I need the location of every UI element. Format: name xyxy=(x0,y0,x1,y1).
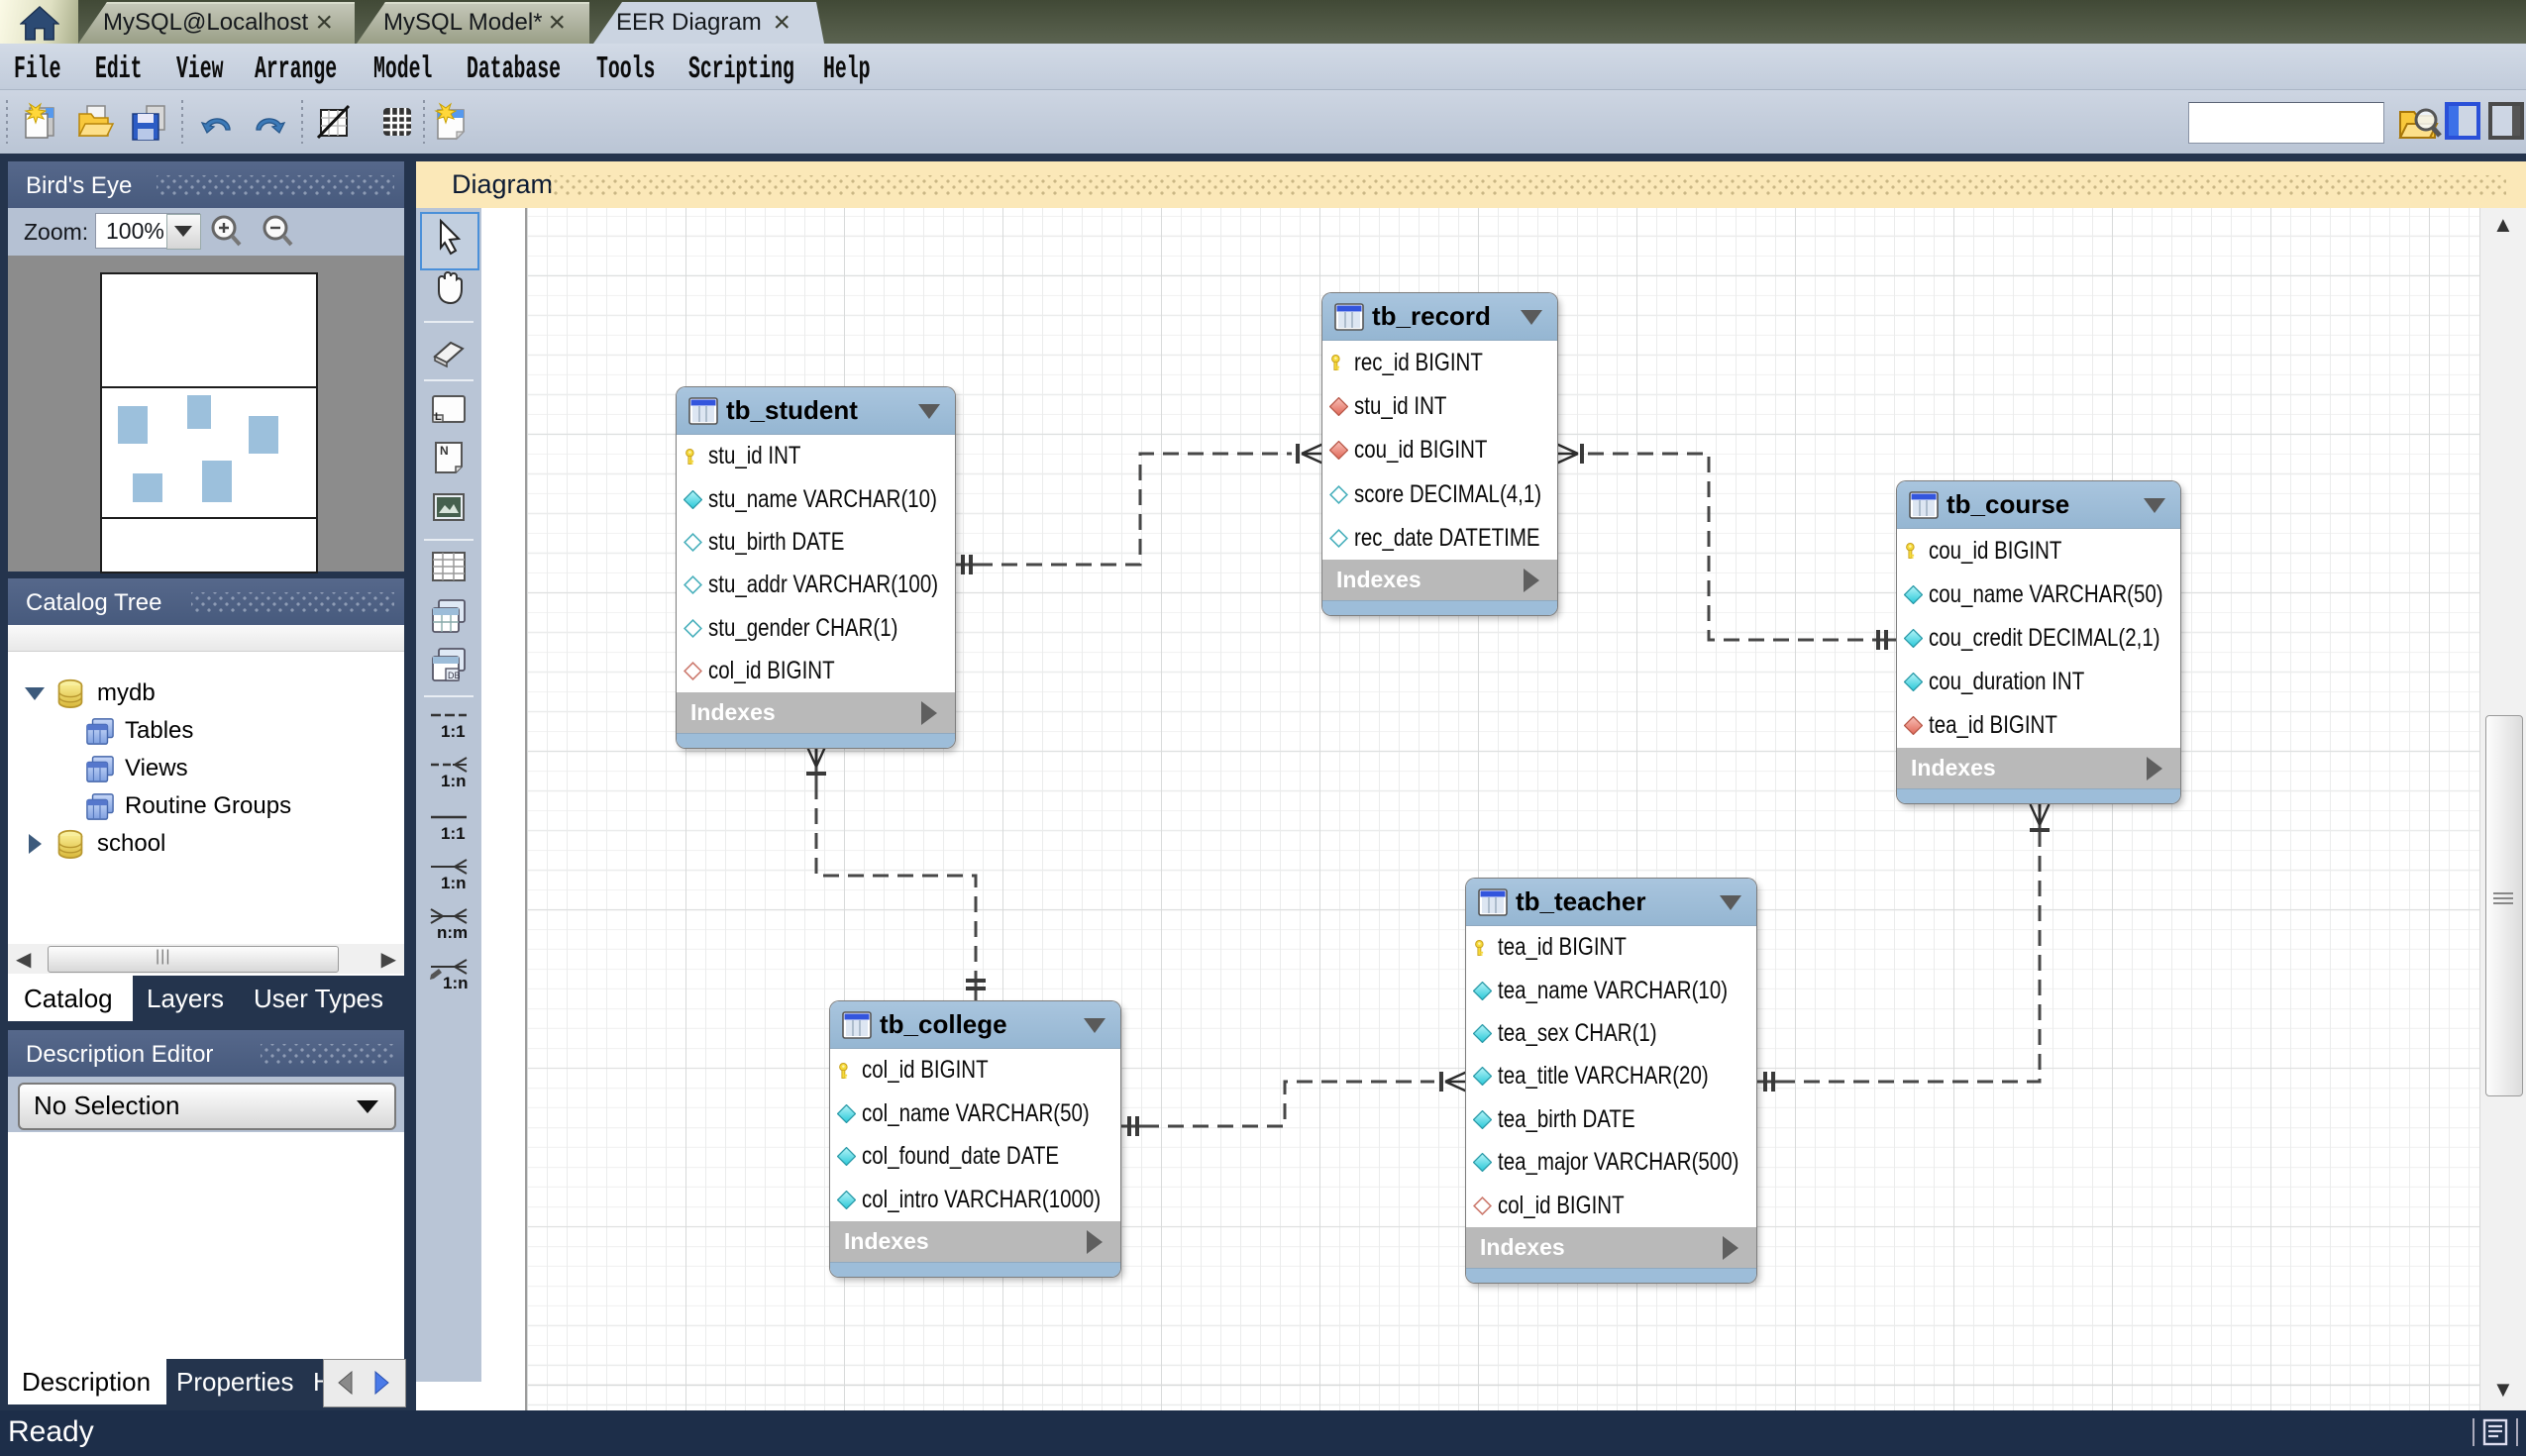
svg-text:1:n: 1:n xyxy=(441,874,467,892)
svg-text:N: N xyxy=(440,444,449,458)
svg-text:1:n: 1:n xyxy=(441,772,467,790)
svg-text:1:1: 1:1 xyxy=(441,824,466,843)
svg-text:1:1: 1:1 xyxy=(441,722,466,741)
svg-text:n:m: n:m xyxy=(437,923,468,942)
svg-text:1:n: 1:n xyxy=(443,974,469,992)
svg-text:DB: DB xyxy=(448,671,461,680)
svg-text:L: L xyxy=(435,411,442,423)
